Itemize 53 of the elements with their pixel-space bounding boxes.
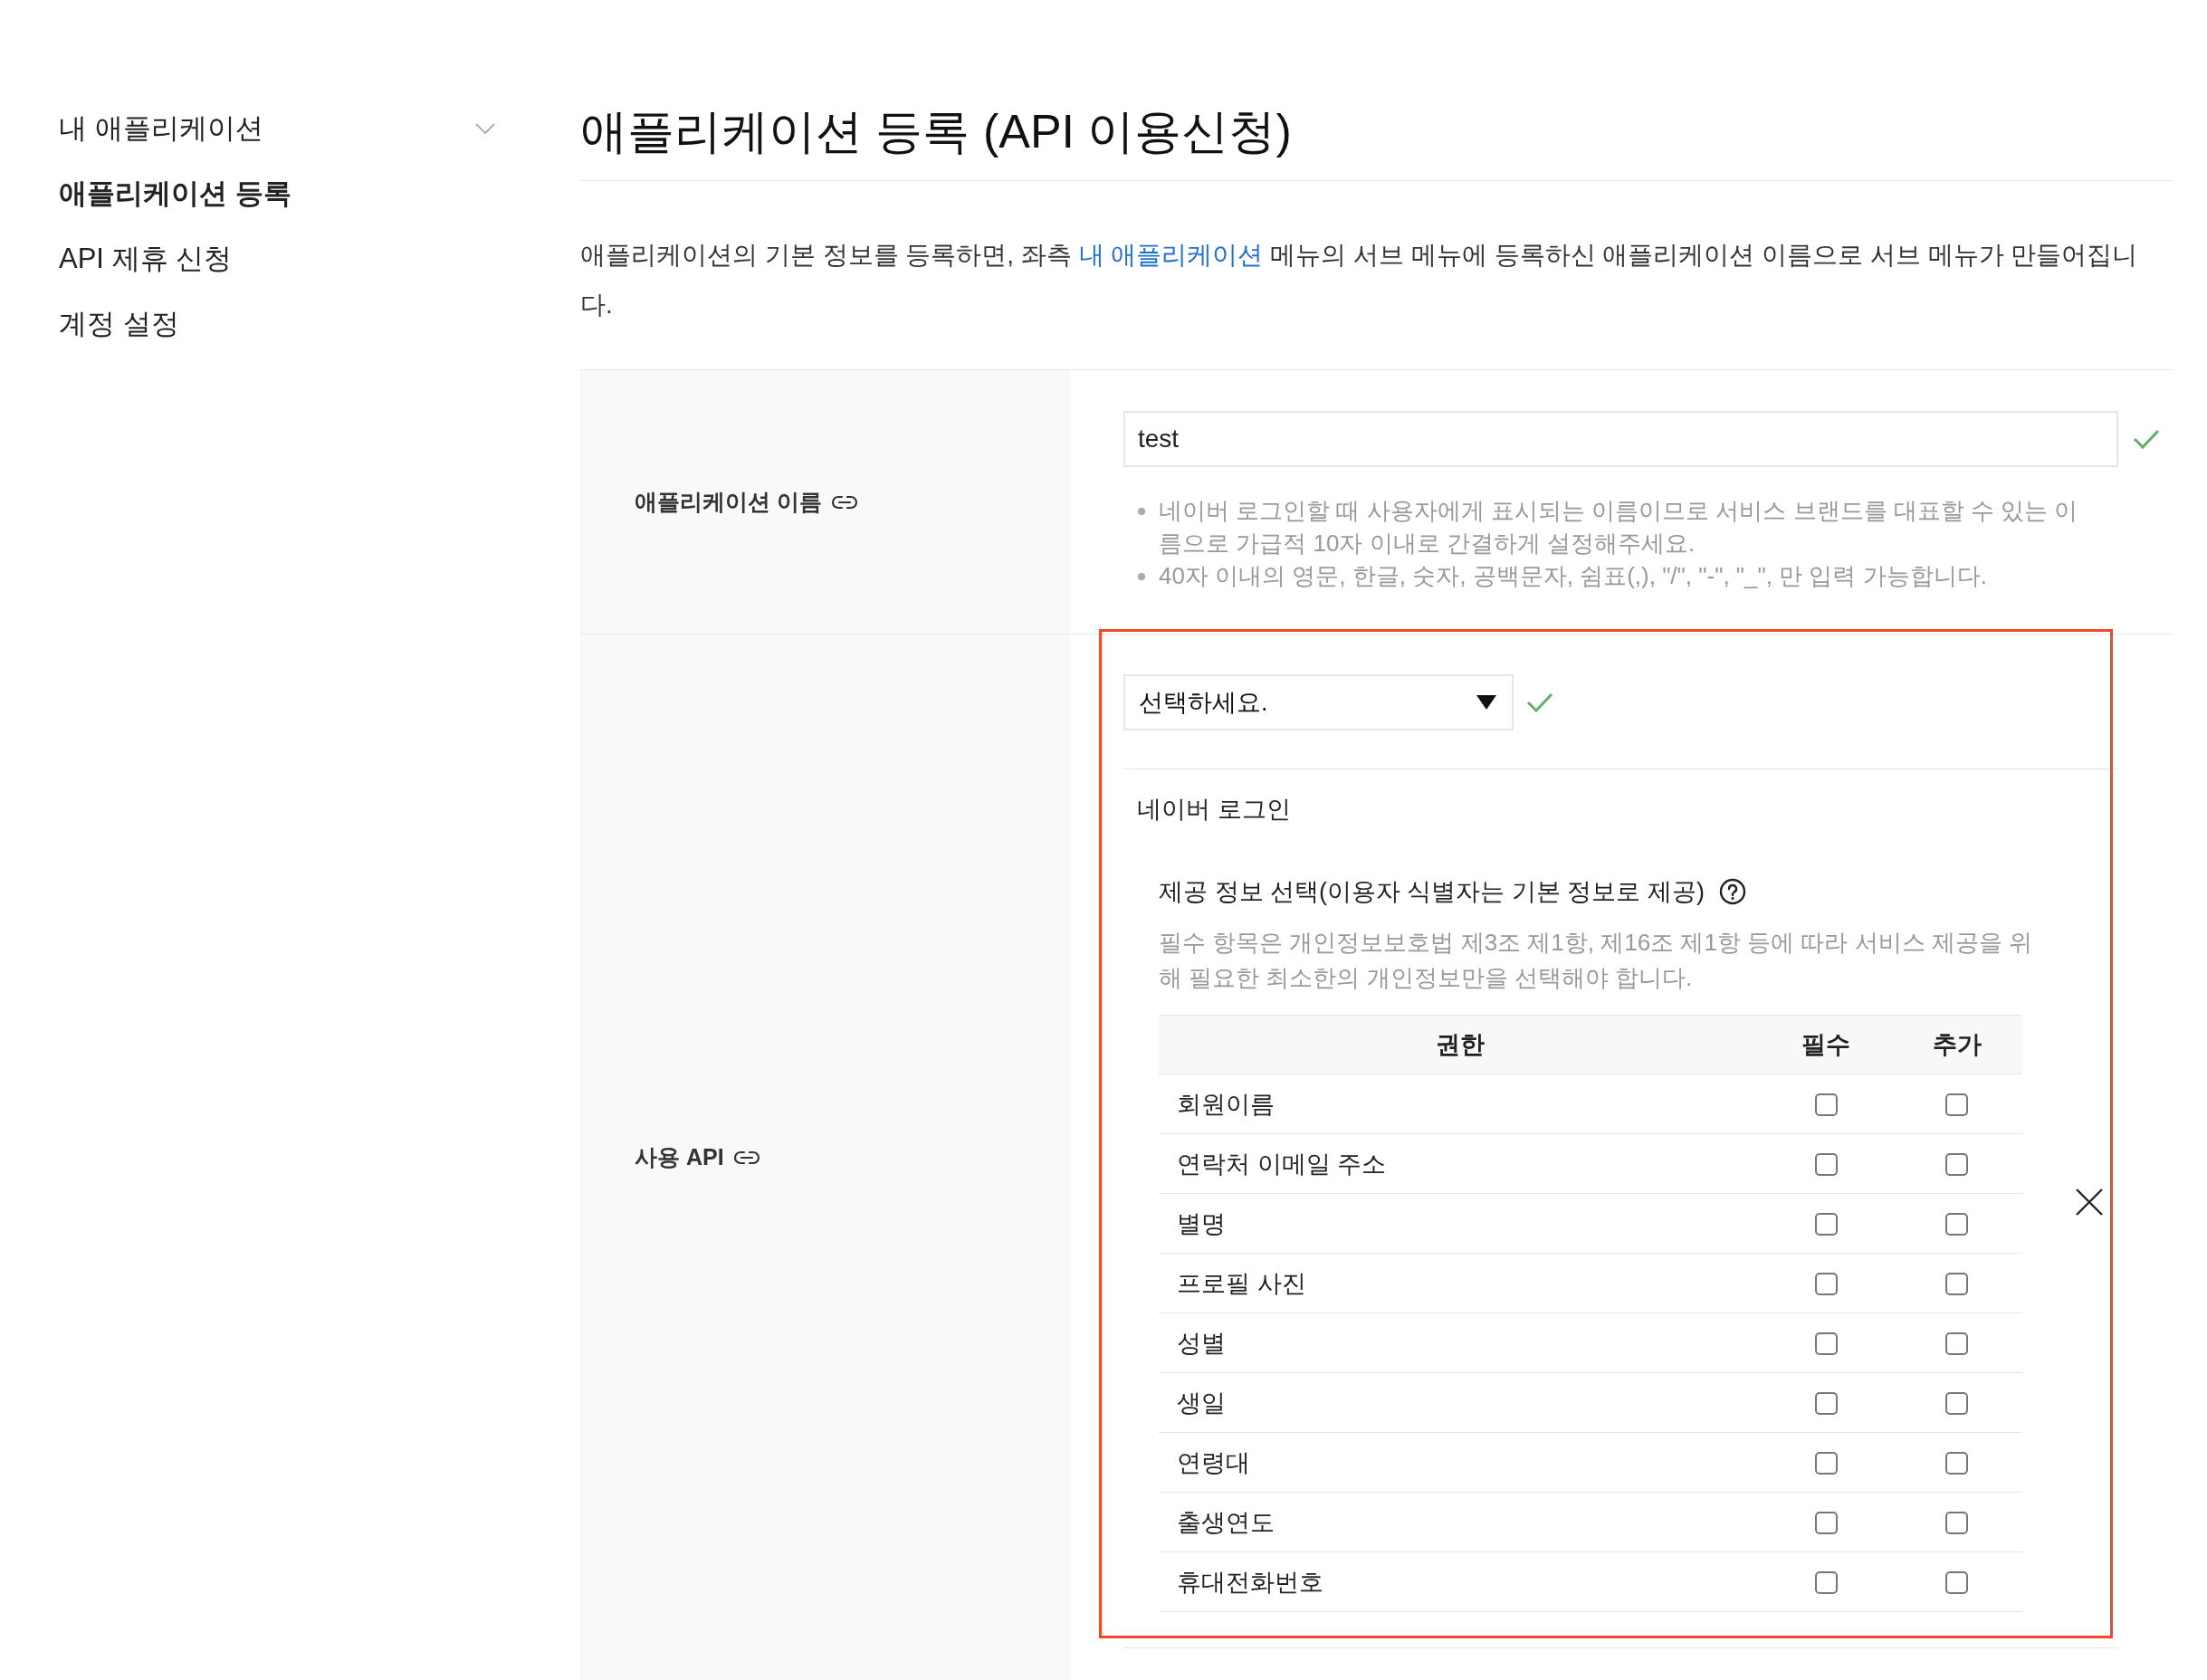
checkbox[interactable] [1945,1392,1968,1416]
checkbox[interactable] [1814,1093,1838,1117]
table-cell: 프로필 사진 [1159,1253,1761,1313]
checkbox[interactable] [1945,1273,1968,1296]
checkbox[interactable] [1814,1571,1838,1595]
page-title: 애플리케이션 등록 (API 이용신청) [580,101,2173,181]
description-link[interactable]: 내 애플리케이션 [1078,241,1264,269]
close-icon[interactable] [2075,1187,2104,1217]
section-title: 제공 정보 선택(이용자 식별자는 기본 정보로 제공) [1159,878,1705,905]
link-icon [732,1150,760,1165]
table-cell: 별명 [1159,1193,1761,1254]
checkbox[interactable] [1945,1452,1968,1475]
checkbox[interactable] [1945,1571,1968,1595]
column-header: 권한 [1159,1015,1761,1074]
note-text: 필수 항목은 개인정보보호법 제3조 제1항, 제16조 제1항 등에 따라 서비스 제공을 위해 필요한 최소한의 개인정보만을 선택해야 합니다. [1159,928,2033,993]
api-name: 네이버 로그인 [1137,795,1292,825]
checkbox[interactable] [1945,1512,1968,1535]
caret-icon [1476,695,1496,710]
checkbox[interactable] [1945,1332,1968,1356]
table-cell: 휴대전화번호 [1159,1551,1761,1612]
bullet-icon [1138,508,1145,515]
checkbox[interactable] [1945,1213,1968,1236]
sidebar-item[interactable]: 계정 설정 [59,291,495,357]
table-cell: 성별 [1159,1312,1761,1373]
checkbox[interactable] [1814,1332,1838,1356]
column-header: 필수 [1761,1015,1891,1074]
checkbox[interactable] [1814,1512,1838,1535]
app-name-input[interactable]: test [1123,411,2118,467]
table-cell: 연령대 [1159,1432,1761,1493]
api-select[interactable]: 선택하세요. [1123,674,1514,730]
hint-text: 40자 이내의 영문, 한글, 숫자, 공백문자, 쉼표(,), "/", "-", "_", 만 입력 가능합니다. [1159,561,1987,591]
checkbox[interactable] [1814,1452,1838,1475]
bullet-icon [1138,573,1145,580]
column-header: 추가 [1891,1015,2022,1074]
table-cell: 연락처 이메일 주소 [1159,1133,1761,1194]
checkbox[interactable] [1945,1093,1968,1117]
table-cell: 생일 [1159,1372,1761,1433]
sidebar-item[interactable]: 애플리케이션 등록 [59,161,495,226]
sidebar-item[interactable]: API 제휴 신청 [59,226,495,291]
link-icon [830,494,858,510]
checkbox[interactable] [1814,1213,1838,1236]
help-icon[interactable] [1719,878,1746,905]
description-text: 애플리케이션의 기본 정보를 등록하면, 좌측 내 애플리케이션 메뉴의 서브 메뉴에 등록하신 애플리케이션 이름으로 서브 메뉴가 만들어집니다. [580,240,2139,320]
table-cell: 출생연도 [1159,1492,1761,1552]
checkbox[interactable] [1814,1153,1838,1177]
checkbox[interactable] [1814,1392,1838,1416]
checkbox[interactable] [1945,1153,1968,1177]
sidebar-item[interactable]: 내 애플리케이션 [59,96,495,161]
field-label: 애플리케이션 이름 [635,488,822,516]
table-cell: 회원이름 [1159,1074,1761,1134]
hint-text: 네이버 로그인할 때 사용자에게 표시되는 이름이므로 서비스 브랜드를 대표할 수 있는 이름으로 가급적 10자 이내로 간결하게 설정해주세요. [1159,496,2079,558]
field-label: 사용 API [635,1143,724,1171]
checkbox[interactable] [1814,1273,1838,1296]
